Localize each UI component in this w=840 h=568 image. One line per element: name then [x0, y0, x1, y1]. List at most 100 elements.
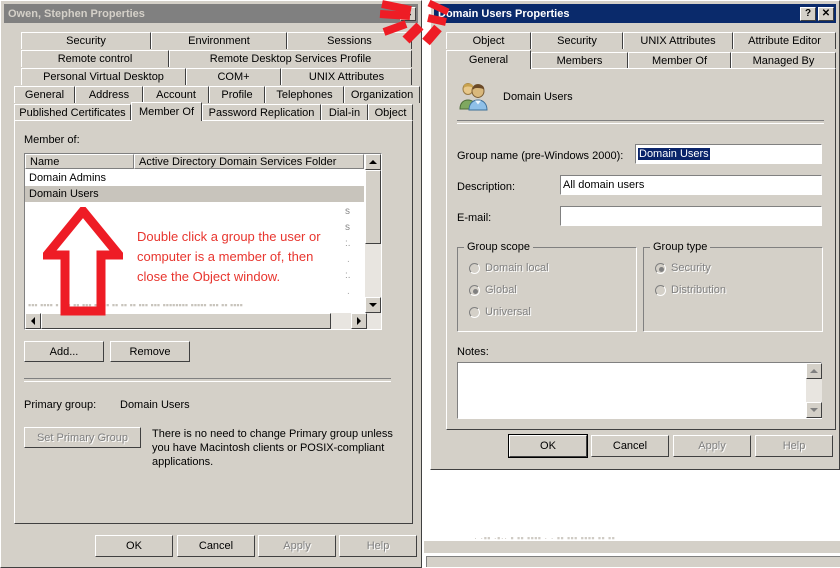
description-label: Description: [457, 181, 516, 193]
scroll-right-button[interactable] [351, 313, 367, 329]
listview-ghost-6: . [347, 286, 350, 297]
tab-environment[interactable]: Environment [151, 32, 287, 49]
background-divider [424, 553, 840, 554]
radio-dot-icon [655, 284, 666, 296]
remove-button[interactable]: Remove [110, 341, 190, 362]
radio-global-label: Global [485, 284, 517, 296]
tab-security[interactable]: Security [21, 32, 151, 49]
tab-published-certificates[interactable]: Published Certificates [14, 104, 131, 121]
help-button[interactable]: Help [339, 535, 417, 557]
email-input[interactable] [560, 206, 822, 226]
radio-global[interactable]: Global [469, 284, 517, 296]
chevron-left-icon [31, 317, 35, 325]
chevron-right-icon [357, 317, 361, 325]
right-window-help-button[interactable]: ? [800, 6, 816, 21]
tab-managed-by[interactable]: Managed By [731, 52, 836, 69]
group-header-name: Domain Users [503, 91, 573, 103]
listview-ghost-4: . [347, 254, 350, 265]
primary-group-label: Primary group: [24, 399, 97, 411]
right-window-close-button[interactable]: ✕ [818, 6, 834, 21]
tab-organization[interactable]: Organization [344, 86, 420, 103]
cancel-button[interactable]: Cancel [591, 435, 669, 457]
radio-domain-local-label: Domain local [485, 262, 549, 274]
vscroll-thumb[interactable] [365, 170, 381, 244]
tab-members[interactable]: Members [531, 52, 628, 69]
listview-ghost-2: s [345, 222, 350, 233]
tab-account[interactable]: Account [143, 86, 209, 103]
table-row[interactable]: Domain Admins [25, 170, 364, 186]
group-type-title: Group type [650, 241, 711, 253]
background-bottom-strip [426, 556, 840, 567]
notes-textarea[interactable] [457, 362, 822, 419]
left-window-title: Owen, Stephen Properties [8, 7, 145, 20]
column-header-folder[interactable]: Active Directory Domain Services Folder [134, 154, 364, 169]
tab-security[interactable]: Security [531, 32, 623, 49]
add-button[interactable]: Add... [24, 341, 104, 362]
table-row[interactable]: Domain Users [25, 186, 364, 202]
radio-domain-local[interactable]: Domain local [469, 262, 549, 274]
apply-button[interactable]: Apply [258, 535, 336, 557]
tab-general[interactable]: General [446, 50, 531, 69]
tab-unix-attributes[interactable]: UNIX Attributes [623, 32, 733, 49]
notes-scroll-up-button[interactable] [806, 363, 822, 379]
tab-object[interactable]: Object [446, 32, 531, 49]
general-tab-panel: Domain Users Group name (pre-Windows 200… [446, 68, 836, 430]
user-properties-dialog: Owen, Stephen Properties ✕ Security Envi… [0, 0, 422, 568]
tab-dial-in[interactable]: Dial-in [321, 104, 368, 121]
radio-dot-icon [655, 262, 666, 274]
column-header-name[interactable]: Name [25, 154, 134, 169]
tab-general[interactable]: General [14, 86, 75, 103]
notes-scroll-down-button[interactable] [806, 402, 822, 418]
radio-security[interactable]: Security [655, 262, 711, 274]
tab-sessions[interactable]: Sessions [287, 32, 412, 49]
apply-button[interactable]: Apply [673, 435, 751, 457]
listview-ghost-3: :. [345, 238, 351, 249]
primary-group-value: Domain Users [120, 399, 190, 411]
cancel-button[interactable]: Cancel [177, 535, 255, 557]
description-input[interactable]: All domain users [560, 175, 822, 195]
right-window-titlebar[interactable]: Domain Users Properties ? ✕ [434, 4, 836, 23]
tab-telephones[interactable]: Telephones [265, 86, 344, 103]
tab-profile[interactable]: Profile [209, 86, 265, 103]
set-primary-group-button[interactable]: Set Primary Group [24, 427, 141, 448]
scroll-up-button[interactable] [365, 154, 381, 170]
radio-dot-icon [469, 284, 480, 296]
tab-rds-profile[interactable]: Remote Desktop Services Profile [169, 50, 412, 67]
radio-distribution[interactable]: Distribution [655, 284, 726, 296]
annotation-instruction-text: Double click a group the user or compute… [137, 229, 321, 284]
chevron-up-icon [810, 369, 818, 373]
radio-universal[interactable]: Universal [469, 306, 531, 318]
help-button[interactable]: Help [755, 435, 833, 457]
header-divider [457, 120, 824, 124]
tab-attribute-editor[interactable]: Attribute Editor [733, 32, 836, 49]
tab-member-of[interactable]: Member Of [628, 52, 731, 69]
hscroll-thumb[interactable] [41, 313, 331, 329]
group-name-value: Domain Users [638, 148, 710, 160]
ok-button[interactable]: OK [509, 435, 587, 457]
left-window-titlebar[interactable]: Owen, Stephen Properties ✕ [4, 4, 418, 23]
tab-remote-control[interactable]: Remote control [21, 50, 169, 67]
notes-label: Notes: [457, 346, 489, 358]
right-window-title: Domain Users Properties [438, 7, 570, 20]
tab-personal-virtual-desktop[interactable]: Personal Virtual Desktop [21, 68, 186, 85]
description-value: All domain users [563, 179, 645, 191]
listview-ghost-1: s [345, 206, 350, 217]
chevron-down-icon [810, 408, 818, 412]
scroll-down-button[interactable] [365, 297, 381, 313]
group-name-label: Group name (pre-Windows 2000): [457, 150, 624, 162]
left-window-close-button[interactable]: ✕ [400, 6, 416, 21]
tab-object[interactable]: Object [368, 104, 413, 121]
group-name-input[interactable]: Domain Users [635, 144, 822, 164]
radio-dot-icon [469, 262, 480, 274]
tab-password-replication[interactable]: Password Replication [202, 104, 321, 121]
listview-header: Name Active Directory Domain Services Fo… [25, 154, 381, 169]
tab-unix-attributes[interactable]: UNIX Attributes [281, 68, 412, 85]
member-of-label: Member of: [24, 134, 80, 146]
radio-security-label: Security [671, 262, 711, 274]
ok-button[interactable]: OK [95, 535, 173, 557]
tab-member-of[interactable]: Member Of [131, 102, 202, 121]
tab-address[interactable]: Address [75, 86, 143, 103]
scroll-left-button[interactable] [25, 313, 41, 329]
primary-group-note: There is no need to change Primary group… [152, 428, 393, 468]
tab-com-plus[interactable]: COM+ [186, 68, 281, 85]
